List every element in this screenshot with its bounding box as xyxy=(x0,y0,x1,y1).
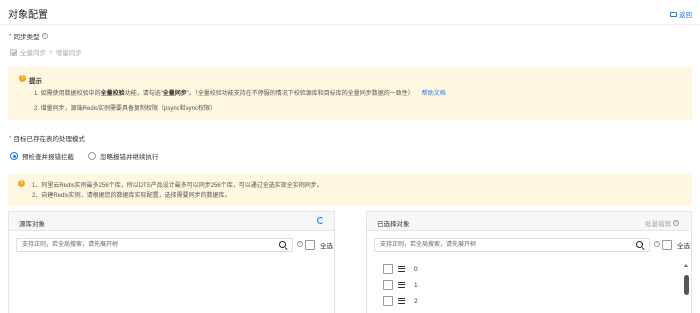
radio-precheck-label[interactable]: 预检查并报错拦截 xyxy=(22,151,74,161)
refresh-icon[interactable] xyxy=(317,217,324,224)
item-label: 0 xyxy=(414,265,418,273)
page-header: 对象配置 返回 xyxy=(8,6,692,22)
screen-icon xyxy=(670,11,677,17)
source-search-input[interactable] xyxy=(17,239,257,251)
tip-notice: ! 提示 1. 如需使用数据校验中的全量校验功能，请勾选“全量同步”。（全量校验… xyxy=(8,67,692,120)
selected-select-all-label: 全选 xyxy=(677,243,690,250)
source-panel-title: 源库对象 xyxy=(19,221,45,228)
search-icon[interactable] xyxy=(636,241,644,249)
conflict-mode-options: 预检查并报错拦截 忽略报错并继续执行 xyxy=(10,151,173,161)
exclamation-circle-icon: ! xyxy=(19,75,26,82)
sync-type-text: 同步类型 xyxy=(13,34,40,41)
search-icon[interactable] xyxy=(279,241,287,249)
tip-line-1: 1. 如需使用数据校验中的全量校验功能，请勾选“全量同步”。（全量校验功能支持在… xyxy=(34,91,446,97)
question-circle-icon[interactable]: ? xyxy=(654,241,660,247)
source-search-box xyxy=(16,238,293,252)
question-circle-icon[interactable]: ? xyxy=(41,33,48,39)
source-panel-header: 源库对象 xyxy=(9,212,334,231)
conflict-mode-text: 目标已存在表的处理模式 xyxy=(13,136,86,143)
selected-select-all[interactable]: 全选 xyxy=(662,240,690,250)
item-checkbox[interactable] xyxy=(383,296,393,306)
db-notice-line-2: 2、自建Redis实例，请根据您的数据库实际配置，选择需要同步的数据库。 xyxy=(32,193,231,199)
list-scrollbar[interactable] xyxy=(683,264,689,313)
required-mark: * xyxy=(9,134,12,142)
exclamation-circle-icon: ! xyxy=(18,180,25,187)
help-doc-link[interactable]: 帮助文档 xyxy=(422,91,446,97)
item-label: 1 xyxy=(414,281,418,289)
source-select-all-label: 全选 xyxy=(320,243,333,250)
database-icon xyxy=(398,266,405,272)
header-divider xyxy=(0,24,700,25)
database-icon xyxy=(398,298,405,304)
back-button[interactable]: 返回 xyxy=(670,9,692,19)
sync-separator: + xyxy=(49,48,53,56)
selected-select-all-checkbox[interactable] xyxy=(662,240,672,250)
page-title: 对象配置 xyxy=(8,10,48,21)
selected-objects-panel: 已选择对象 批量编辑 ? ? 全选 0 1 2 xyxy=(366,211,692,313)
item-label: 2 xyxy=(414,297,418,305)
selected-panel-title: 已选择对象 xyxy=(377,221,410,228)
db-notice-line-1: 1、阿里云Redis实例最多256个库，所以DTS产品设计最多可以同步256个库… xyxy=(32,183,323,189)
radio-ignore-label[interactable]: 忽略报错并继续执行 xyxy=(100,151,159,161)
incremental-sync-label: 增量同步 xyxy=(55,50,82,57)
full-sync-label: 全量同步 xyxy=(20,50,46,57)
list-item[interactable]: 0 xyxy=(383,264,418,274)
scroll-up-arrow-icon[interactable] xyxy=(683,264,688,267)
radio-ignore[interactable] xyxy=(88,152,96,160)
source-objects-panel: 源库对象 ? 全选 xyxy=(8,211,335,313)
back-label: 返回 xyxy=(679,12,692,19)
tip-line-2: 2. 增量同步，源端Redis实例需要具备复制权限（psync和sync权限） xyxy=(34,106,217,112)
question-circle-icon[interactable]: ? xyxy=(673,220,679,226)
selected-panel-header: 已选择对象 批量编辑 ? xyxy=(367,212,691,231)
item-checkbox[interactable] xyxy=(383,280,393,290)
tip-title: 提示 xyxy=(29,78,42,85)
batch-edit-button[interactable]: 批量编辑 ? xyxy=(645,218,679,228)
database-notice: ! 1、阿里云Redis实例最多256个库，所以DTS产品设计最多可以同步256… xyxy=(8,174,692,206)
radio-precheck[interactable] xyxy=(10,152,18,160)
required-mark: * xyxy=(9,32,12,40)
source-select-all[interactable]: 全选 xyxy=(305,240,333,250)
conflict-mode-label: * 目标已存在表的处理模式 xyxy=(9,133,86,144)
sync-type-checkbox[interactable] xyxy=(10,48,17,56)
sync-type-label: * 同步类型 ? xyxy=(9,31,48,41)
question-circle-icon[interactable]: ? xyxy=(297,241,303,247)
list-item[interactable]: 2 xyxy=(383,296,418,306)
sync-type-options: 全量同步 + 增量同步 xyxy=(10,47,82,57)
database-icon xyxy=(398,282,405,288)
selected-search-box xyxy=(374,238,650,252)
source-select-all-checkbox[interactable] xyxy=(305,240,315,250)
selected-search-input[interactable] xyxy=(375,239,615,251)
scroll-thumb[interactable] xyxy=(683,275,689,295)
item-checkbox[interactable] xyxy=(383,264,393,274)
list-item[interactable]: 1 xyxy=(383,280,418,290)
